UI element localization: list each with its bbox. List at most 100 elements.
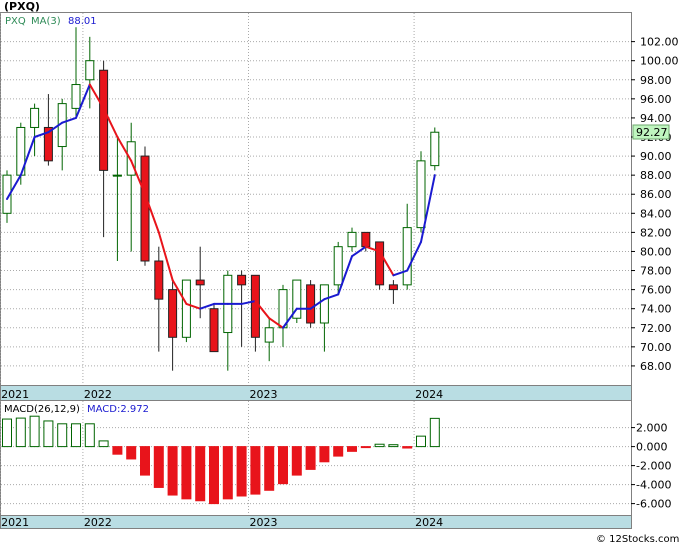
price-y-tick-label: 80.00 bbox=[640, 245, 672, 258]
candle bbox=[430, 127, 440, 171]
candle-body bbox=[430, 131, 440, 167]
candle-body bbox=[333, 246, 343, 286]
macd-legend-value: MACD:2.972 bbox=[87, 404, 149, 415]
macd-bar bbox=[278, 446, 288, 485]
candle-body bbox=[154, 260, 164, 300]
candle-body bbox=[237, 274, 247, 286]
candle-body bbox=[209, 308, 219, 353]
macd-bar bbox=[402, 446, 413, 449]
price-y-tick-label: 78.00 bbox=[640, 265, 672, 278]
price-x-tick-label: 2024 bbox=[415, 388, 443, 401]
macd-bar bbox=[347, 446, 357, 452]
price-y-tick-label: 98.00 bbox=[640, 74, 672, 87]
macd-x-tick-label: 2023 bbox=[250, 516, 278, 529]
macd-bar bbox=[319, 446, 330, 463]
macd-y-tick-label: 2.000 bbox=[636, 422, 668, 435]
macd-bar bbox=[236, 446, 247, 497]
candle-body bbox=[71, 84, 81, 109]
price-y-tick-label: 88.00 bbox=[640, 169, 672, 182]
chart-canvas: 68.00 70.00 72.00 74.00 76.00 78.00 80.00 82.00… bbox=[0, 0, 680, 546]
candle-body bbox=[347, 231, 357, 248]
legend-symbol: PXQ bbox=[5, 16, 26, 27]
candle bbox=[306, 280, 316, 328]
candle-body bbox=[306, 284, 316, 324]
macd-bar bbox=[112, 446, 123, 455]
macd-x-tick-label: 2022 bbox=[84, 516, 112, 529]
candle bbox=[140, 146, 150, 266]
price-y-tick-label: 76.00 bbox=[640, 284, 672, 297]
candle-body bbox=[250, 274, 260, 338]
chart-title: (PXQ) bbox=[4, 0, 40, 13]
macd-x-tick-label: 2021 bbox=[1, 516, 29, 529]
candle bbox=[416, 151, 426, 233]
macd-bar bbox=[250, 446, 261, 495]
candle-body bbox=[264, 327, 274, 343]
price-x-tick-label: 2022 bbox=[84, 388, 112, 401]
stock-chart: 68.00 70.00 72.00 74.00 76.00 78.00 80.00 82.00… bbox=[0, 0, 680, 546]
macd-bar bbox=[71, 423, 81, 448]
macd-bar bbox=[333, 446, 344, 457]
macd-bar bbox=[140, 446, 150, 476]
candle-body bbox=[319, 284, 329, 324]
candle-body bbox=[99, 69, 109, 171]
price-y-tick-label: 74.00 bbox=[640, 303, 672, 316]
macd-bar bbox=[374, 443, 385, 448]
macd-y-tick-label: -2.000 bbox=[636, 460, 671, 473]
macd-bar bbox=[126, 446, 137, 460]
price-y-tick-label: 82.00 bbox=[640, 226, 672, 239]
candle-body bbox=[30, 107, 40, 128]
macd-bar bbox=[388, 444, 399, 448]
macd-bar bbox=[181, 446, 192, 500]
macd-bar bbox=[29, 415, 40, 448]
macd-bar bbox=[416, 435, 426, 448]
price-y-tick-label: 96.00 bbox=[640, 93, 672, 106]
macd-legend-label: MACD(26,12,9) bbox=[4, 404, 80, 415]
macd-bar bbox=[305, 446, 316, 470]
price-y-tick-label: 86.00 bbox=[640, 188, 672, 201]
price-y-tick-label: 84.00 bbox=[640, 207, 672, 220]
candle-body bbox=[112, 174, 122, 177]
macd-bar bbox=[153, 446, 164, 488]
copyright: © 12Stocks.com bbox=[596, 534, 679, 545]
candle-body bbox=[388, 284, 398, 291]
price-y-tick-label: 100.00 bbox=[640, 55, 679, 68]
candle-body bbox=[416, 160, 426, 229]
price-x-tick-label: 2021 bbox=[1, 388, 29, 401]
macd-y-tick-label: 0.000 bbox=[636, 441, 668, 454]
macd-bar bbox=[264, 446, 275, 491]
price-x-tick-label: 2023 bbox=[250, 388, 278, 401]
macd-bar bbox=[291, 446, 302, 476]
macd-bar bbox=[43, 420, 54, 448]
macd-bar bbox=[84, 423, 95, 448]
candle-body bbox=[278, 289, 288, 329]
candle-body bbox=[85, 60, 95, 81]
last-price-label: 92.27 bbox=[636, 126, 668, 139]
candle-body bbox=[402, 227, 412, 286]
candle-body bbox=[181, 279, 191, 338]
candle-body bbox=[168, 289, 178, 338]
macd-y-tick-label: -4.000 bbox=[636, 479, 671, 492]
macd-bar bbox=[2, 418, 12, 448]
price-y-tick-label: 72.00 bbox=[640, 322, 672, 335]
macd-y-tick-label: -6.000 bbox=[636, 498, 671, 511]
macd-bar bbox=[98, 440, 109, 448]
macd-bar bbox=[429, 417, 440, 448]
candle bbox=[181, 279, 191, 343]
macd-x-tick-label: 2024 bbox=[415, 516, 443, 529]
macd-bar bbox=[195, 446, 206, 502]
candle-body bbox=[375, 241, 385, 286]
candle-body bbox=[195, 279, 205, 286]
candle-body bbox=[140, 155, 150, 262]
macd-bar bbox=[57, 423, 68, 448]
candle bbox=[209, 303, 219, 353]
candle-body bbox=[361, 231, 371, 248]
candle bbox=[292, 279, 302, 323]
price-y-tick-label: 94.00 bbox=[640, 112, 672, 125]
macd-bar bbox=[15, 417, 26, 448]
candle bbox=[375, 241, 385, 290]
macd-bar bbox=[209, 446, 219, 505]
legend-ma-value: 88.01 bbox=[68, 16, 97, 27]
macd-bar bbox=[167, 446, 178, 496]
price-y-tick-label: 90.00 bbox=[640, 150, 672, 163]
macd-bar bbox=[222, 446, 233, 500]
